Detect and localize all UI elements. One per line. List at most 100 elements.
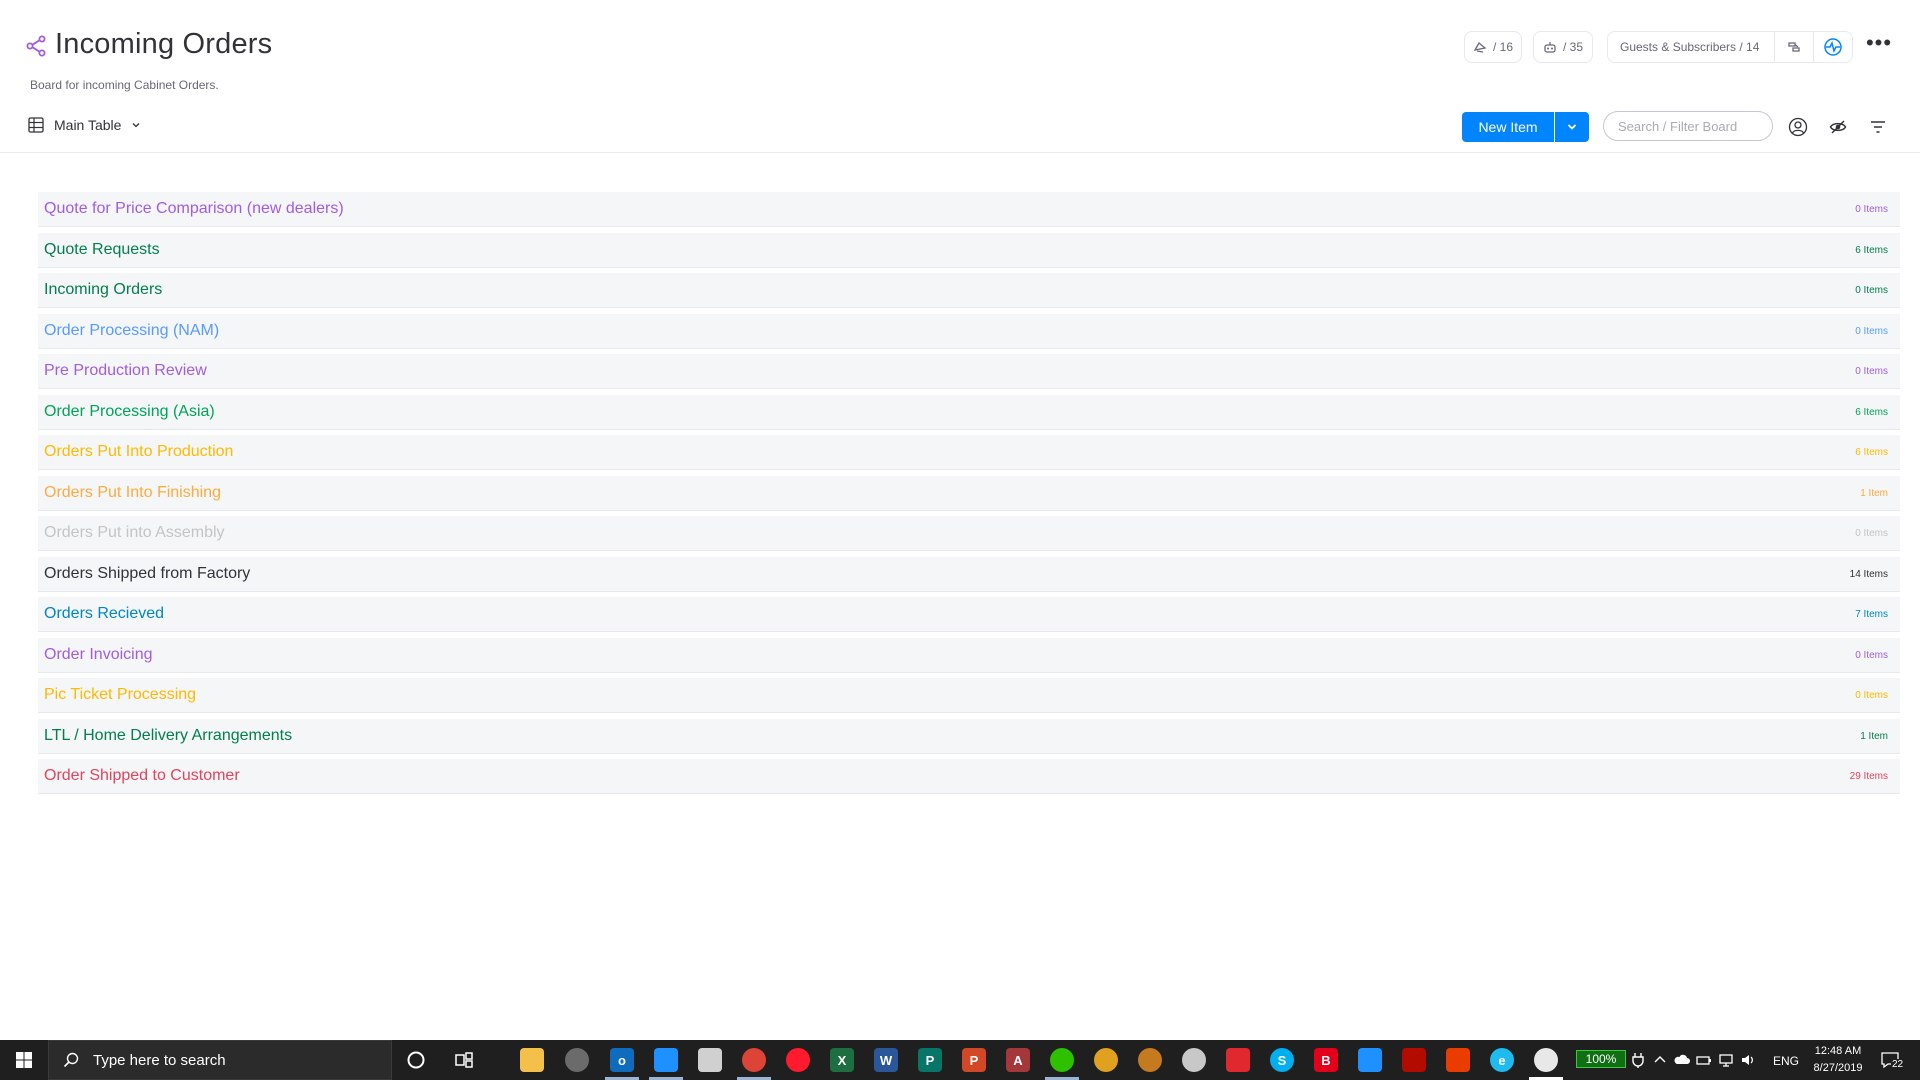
more-options-button[interactable]: ••• [1865,30,1893,60]
group-item-count: 0 Items [1855,366,1888,377]
app-icon-blue[interactable] [1358,1048,1382,1072]
power-plug-icon[interactable] [1630,1052,1646,1068]
board-activity-button[interactable] [1813,31,1853,63]
pulse-icon [1824,38,1842,56]
group-item-count: 1 Item [1860,487,1888,499]
app-icon-brown[interactable] [1138,1048,1162,1072]
group-name: Order Invoicing [44,645,153,663]
language-indicator[interactable]: ENG [1773,1054,1799,1068]
guests-subscribers-button[interactable]: Guests & Subscribers / 14 [1607,31,1775,63]
person-icon [1788,117,1808,137]
filter-icon [1871,121,1885,133]
onedrive-icon[interactable] [1674,1052,1690,1068]
clock-date[interactable]: 8/27/2019 [1806,1062,1870,1074]
excel-icon[interactable]: X [830,1048,854,1072]
office-icon[interactable] [1446,1048,1470,1072]
group-row[interactable]: Orders Put Into Production 6 Items [38,435,1900,470]
app-icon-gray[interactable] [1182,1048,1206,1072]
clock-time[interactable]: 12:48 AM [1810,1045,1866,1057]
windows-taskbar: Type here to search o X W P P A S B e 10… [0,1040,1920,1080]
search-icon [63,1052,79,1068]
acrobat-icon[interactable] [1402,1048,1426,1072]
windows-icon [16,1052,32,1068]
mail-icon[interactable] [698,1048,722,1072]
word-icon[interactable]: W [874,1048,898,1072]
group-row[interactable]: Order Shipped to Customer 29 Items [38,759,1900,794]
powerpoint-icon[interactable]: P [962,1048,986,1072]
group-row[interactable]: LTL / Home Delivery Arrangements 1 Item [38,718,1900,754]
network-icon[interactable] [1718,1052,1734,1068]
group-row[interactable]: Pre Production Review 0 Items [38,354,1900,389]
filter-button[interactable] [1866,115,1890,139]
robot-icon [1544,42,1556,53]
group-item-count: 0 Items [1855,649,1888,661]
share-icon[interactable] [24,34,48,58]
group-row[interactable]: Pic Ticket Processing 0 Items [38,678,1900,713]
active-app-icon[interactable] [1534,1048,1558,1072]
group-name: Orders Put Into Production [44,443,234,460]
file-explorer-icon[interactable] [520,1048,544,1072]
start-button[interactable] [0,1040,48,1080]
chevron-up-icon[interactable] [1652,1052,1668,1068]
integrations-button[interactable] [1774,31,1814,63]
battery-indicator[interactable]: 100% [1576,1050,1626,1068]
search-input[interactable] [1603,111,1773,141]
group-name: Orders Put Into Finishing [44,483,221,501]
automations-button[interactable]: / 35 [1533,31,1593,63]
board-header: Incoming Orders Board for incoming Cabin… [0,0,1920,153]
automations-count: / 35 [1562,40,1583,54]
view-selector[interactable]: Main Table [28,117,141,133]
activity-button[interactable]: / 16 [1464,31,1522,63]
task-view-icon[interactable] [452,1048,476,1072]
person-filter-button[interactable] [1786,115,1810,139]
group-row[interactable]: Order Invoicing 0 Items [38,637,1900,673]
app-icon-orange[interactable] [1094,1048,1118,1072]
hide-columns-button[interactable] [1826,115,1850,139]
app-icon-b[interactable]: B [1314,1048,1338,1072]
ellipsis-icon: ••• [1865,30,1893,55]
group-item-count: 0 Items [1855,528,1888,539]
integrations-icon [1788,42,1800,52]
skype-icon[interactable]: S [1270,1048,1294,1072]
group-row[interactable]: Order Processing (NAM) 0 Items [38,313,1900,349]
publisher-icon[interactable]: P [918,1048,942,1072]
opera-icon[interactable] [786,1048,810,1072]
notification-center-button[interactable]: 22 [1880,1048,1906,1072]
chevron-down-icon [132,123,140,128]
store-icon[interactable] [654,1048,678,1072]
internet-explorer-icon[interactable]: e [1490,1048,1514,1072]
group-row[interactable]: Orders Put Into Finishing 1 Item [38,475,1900,511]
group-item-count: 0 Items [1855,690,1888,701]
new-item-dropdown-button[interactable] [1555,112,1589,142]
chrome-icon[interactable] [742,1048,766,1072]
group-name: Quote for Price Comparison (new dealers) [44,200,344,217]
board-description[interactable]: Board for incoming Cabinet Orders. [30,78,219,92]
group-row[interactable]: Quote Requests 6 Items [38,232,1900,268]
group-row[interactable]: Orders Shipped from Factory 14 Items [38,556,1900,592]
group-row[interactable]: Orders Recieved 7 Items [38,597,1900,632]
cortana-icon[interactable] [404,1048,428,1072]
group-item-count: 0 Items [1855,204,1888,215]
volume-icon[interactable] [1740,1052,1756,1068]
group-row[interactable]: Incoming Orders 0 Items [38,273,1900,308]
group-row[interactable]: Orders Put into Assembly 0 Items [38,516,1900,551]
battery-icon[interactable] [1696,1052,1712,1068]
group-item-count: 6 Items [1855,406,1888,418]
group-row[interactable]: Quote for Price Comparison (new dealers)… [38,192,1900,227]
outlook-icon[interactable]: o [610,1048,634,1072]
group-name: Order Processing (NAM) [44,321,220,339]
group-item-count: 7 Items [1855,609,1888,620]
activity-count: / 16 [1492,40,1513,54]
settings-app-icon[interactable] [565,1048,589,1072]
taskbar-search-box[interactable]: Type here to search [48,1040,392,1080]
groups-list: Quote for Price Comparison (new dealers)… [38,192,1900,800]
group-item-count: 0 Items [1855,325,1888,337]
page-title[interactable]: Incoming Orders [55,28,272,61]
group-row[interactable]: Order Processing (Asia) 6 Items [38,394,1900,430]
new-item-button[interactable]: New Item [1462,112,1554,142]
group-name: Orders Recieved [44,605,165,622]
access-icon[interactable]: A [1006,1048,1030,1072]
group-name: Incoming Orders [44,281,163,298]
app-icon-red[interactable] [1226,1048,1250,1072]
wechat-icon[interactable] [1050,1048,1074,1072]
